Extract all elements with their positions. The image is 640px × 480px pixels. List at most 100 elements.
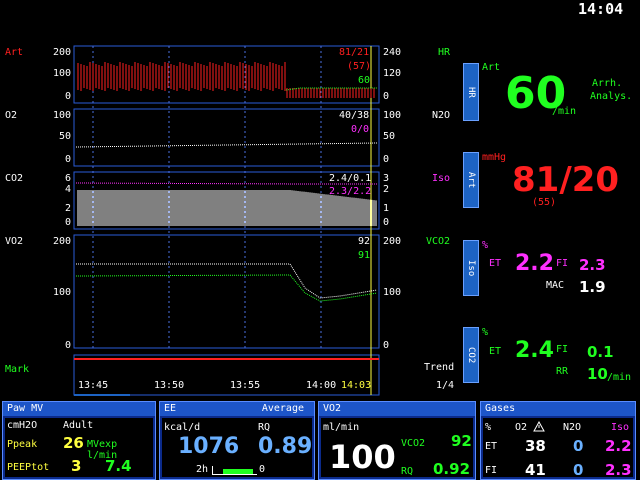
gases-fi-o2: 41 (525, 461, 546, 479)
art-wave-hr: 60 (358, 75, 371, 86)
co2-button-label: CO2 (466, 346, 476, 364)
ppeak-value: 26 (63, 434, 84, 452)
paw-mode: Adult (63, 420, 94, 431)
co2-fi-value: 0.1 (587, 343, 614, 361)
o2-trend-line (75, 142, 378, 148)
iso-et-label: ET (489, 258, 502, 269)
gases-body: % O2 N2O Iso ET 38 0 2.2 FI 41 0 2.3 (483, 418, 633, 479)
hr-side-label: HR (438, 47, 451, 58)
gases-pct: % (485, 422, 492, 433)
co2-et-value: 2.4 (515, 338, 554, 363)
o2-frame (73, 108, 380, 167)
warning-icon (533, 421, 545, 432)
art-unit: mmHg (482, 152, 507, 163)
ee-period-bar (212, 466, 257, 475)
hr-unit: /min (552, 106, 577, 117)
hr-button-label: HR (466, 86, 476, 98)
hr-source: Art (482, 62, 501, 73)
art-value: 81/20 (512, 160, 620, 200)
ee-title: EE Average (160, 402, 314, 416)
ee-rq-value: 0.89 (258, 434, 313, 459)
gases-o2-header: O2 (515, 422, 528, 433)
gases-title: Gases (481, 402, 635, 416)
ee-body: kcal/d RQ 1076 0.89 2h 0 (162, 418, 312, 477)
rr-label: RR (556, 366, 569, 377)
o2-wave-value2: 0/0 (351, 124, 370, 135)
vo2-value: 100 (329, 438, 396, 476)
vo2-rq-value: 0.92 (433, 460, 471, 478)
trend-page: 1/4 (436, 380, 455, 391)
vo2-trend-line (76, 263, 378, 299)
iso-et-value: 2.2 (515, 251, 554, 276)
iso-fi-label: FI (556, 258, 569, 269)
gases-et-o2: 38 (525, 437, 546, 455)
co2-fi-label: FI (556, 344, 569, 355)
time-tick-4: 14:00 (306, 380, 337, 391)
vo2-panel[interactable]: VO2 ml/min 100 VCO2 92 RQ 0.92 (318, 401, 476, 480)
peeptot-label: PEEPtot (7, 462, 50, 473)
vo2-rq-label: RQ (401, 466, 414, 477)
gases-fi-iso: 2.3 (605, 461, 632, 479)
paw-mv-body: cmH2O Adult Ppeak 26 MVexp l/min PEEPtot… (5, 418, 153, 477)
mac-label: MAC (546, 280, 565, 291)
analys-label: Analys. (590, 91, 633, 102)
art-mean: (55) (532, 197, 557, 208)
paw-mv-title: Paw MV (3, 402, 155, 416)
vco2-wave-value: 91 (358, 250, 371, 261)
gases-fi-n2o: 0 (573, 461, 584, 479)
iso-button-label: Iso (466, 259, 476, 277)
trend-label[interactable]: Trend (424, 362, 454, 373)
paw-mv-panel[interactable]: Paw MV cmH2O Adult Ppeak 26 MVexp l/min … (2, 401, 156, 480)
ee-average-label: Average (261, 403, 304, 414)
iso-side-label: Iso (432, 173, 451, 184)
iso-pct: % (482, 240, 489, 251)
mac-value: 1.9 (579, 278, 606, 296)
time-tick-2: 13:50 (154, 380, 185, 391)
hr-parameter-button[interactable]: HR (463, 63, 479, 121)
gases-et-label: ET (485, 441, 498, 452)
time-tick-3: 13:55 (230, 380, 261, 391)
co2-wave-value: 2.4/0.1 (329, 173, 372, 184)
ee-period-fill (223, 469, 253, 474)
art-wave-value: 81/21 (339, 47, 370, 58)
art-parameter-button[interactable]: Art (463, 152, 479, 208)
vo2-frame (73, 234, 380, 349)
vco2-side-label: VCO2 (426, 236, 451, 247)
art-wave-mean: (57) (347, 61, 372, 72)
gases-et-iso: 2.2 (605, 437, 632, 455)
vco2-label: VCO2 (401, 438, 426, 449)
ppeak-label: Ppeak (7, 439, 38, 450)
art-button-label: Art (466, 171, 476, 189)
co2-wave-value2: 2.3/2.2 (329, 186, 372, 197)
vco2-value: 92 (451, 432, 472, 450)
ee-period-end: 0 (259, 464, 266, 475)
peeptot-value: 3 (71, 457, 82, 475)
rr-value: 10 (587, 365, 608, 383)
o2-wave-value: 40/38 (339, 110, 370, 121)
gases-panel[interactable]: Gases % O2 N2O Iso ET 38 0 2.2 FI 41 0 2… (480, 401, 636, 480)
ee-title-text: EE (164, 403, 177, 414)
rr-unit: /min (607, 372, 632, 383)
art-trend-bars (77, 62, 375, 98)
vo2-title: VO2 (319, 402, 475, 416)
ee-rq-label: RQ (258, 422, 271, 433)
ee-period: 2h (196, 464, 209, 475)
vo2-unit: ml/min (323, 422, 360, 433)
gases-et-n2o: 0 (573, 437, 584, 455)
vo2-wave-value: 92 (358, 236, 371, 247)
ee-panel[interactable]: EE Average kcal/d RQ 1076 0.89 2h 0 (159, 401, 315, 480)
iso-parameter-button[interactable]: Iso (463, 240, 479, 296)
time-tick-1: 13:45 (78, 380, 109, 391)
iso-fi-value: 2.3 (579, 256, 606, 274)
co2-pct: % (482, 327, 489, 338)
gases-fi-label: FI (485, 465, 498, 476)
ee-value: 1076 (178, 434, 240, 459)
kcal-unit: kcal/d (164, 422, 201, 433)
co2-parameter-button[interactable]: CO2 (463, 327, 479, 383)
arrh-label: Arrh. (592, 78, 623, 89)
paw-unit: cmH2O (7, 420, 38, 431)
vo2-body: ml/min 100 VCO2 92 RQ 0.92 (321, 418, 473, 478)
co2-et-label: ET (489, 346, 502, 357)
time-tick-cursor: 14:03 (341, 380, 372, 391)
gases-n2o-header: N2O (563, 422, 582, 433)
